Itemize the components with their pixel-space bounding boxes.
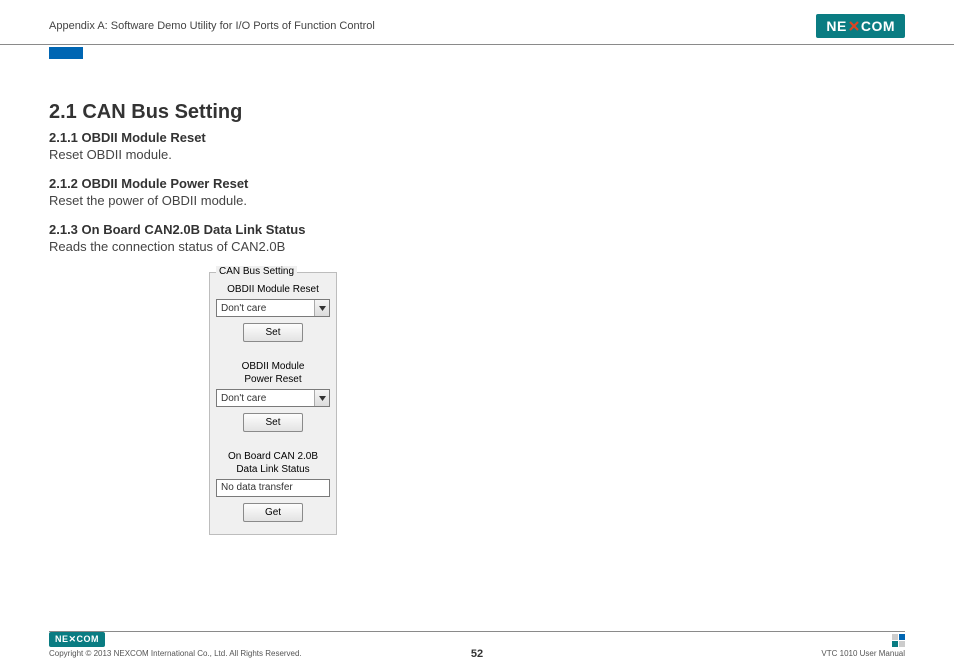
nexcom-logo: NE COM bbox=[816, 14, 905, 38]
page-number: 52 bbox=[471, 648, 483, 660]
subsection-2-heading: 2.1.2 OBDII Module Power Reset bbox=[49, 176, 905, 191]
subsection-2-text: Reset the power of OBDII module. bbox=[49, 193, 905, 208]
content-area: 2.1 CAN Bus Setting 2.1.1 OBDII Module R… bbox=[0, 45, 954, 535]
logo-part2: COM bbox=[861, 18, 895, 34]
appendix-title: Appendix A: Software Demo Utility for I/… bbox=[49, 20, 375, 32]
chevron-down-icon[interactable] bbox=[314, 300, 329, 316]
obdii-power-reset-label: OBDII Module Power Reset bbox=[216, 360, 330, 386]
obdii-reset-set-button[interactable]: Set bbox=[243, 323, 303, 342]
can-bus-groupbox: CAN Bus Setting OBDII Module Reset Don't… bbox=[209, 272, 337, 535]
nexcom-logo-small: NE✕COM bbox=[49, 632, 105, 647]
subsection-1-text: Reset OBDII module. bbox=[49, 147, 905, 162]
logo-x-icon bbox=[848, 20, 860, 32]
obdii-reset-value: Don't care bbox=[221, 303, 266, 314]
footer-bottom-row: Copyright © 2013 NEXCOM International Co… bbox=[49, 649, 905, 658]
subsection-3-text: Reads the connection status of CAN2.0B bbox=[49, 239, 905, 254]
subsection-3-heading: 2.1.3 On Board CAN2.0B Data Link Status bbox=[49, 222, 905, 237]
can20b-get-button[interactable]: Get bbox=[243, 503, 303, 522]
chevron-down-icon[interactable] bbox=[314, 390, 329, 406]
software-screenshot: CAN Bus Setting OBDII Module Reset Don't… bbox=[209, 272, 905, 535]
subsection-1-heading: 2.1.1 OBDII Module Reset bbox=[49, 130, 905, 145]
page-header: Appendix A: Software Demo Utility for I/… bbox=[0, 0, 954, 45]
obdii-reset-label: OBDII Module Reset bbox=[216, 283, 330, 296]
obdii-reset-combo[interactable]: Don't care bbox=[216, 299, 330, 317]
can20b-status-field[interactable]: No data transfer bbox=[216, 479, 330, 497]
copyright-text: Copyright © 2013 NEXCOM International Co… bbox=[49, 649, 302, 658]
obdii-power-reset-set-button[interactable]: Set bbox=[243, 413, 303, 432]
page-footer: NE✕COM Copyright © 2013 NEXCOM Internati… bbox=[49, 632, 905, 658]
obdii-power-reset-value: Don't care bbox=[221, 393, 266, 404]
can20b-status-label: On Board CAN 2.0B Data Link Status bbox=[216, 450, 330, 476]
footer-top-row: NE✕COM bbox=[49, 632, 905, 647]
obdii-power-reset-combo[interactable]: Don't care bbox=[216, 389, 330, 407]
groupbox-title: CAN Bus Setting bbox=[216, 266, 297, 277]
decorative-squares-icon bbox=[892, 634, 905, 647]
section-title: 2.1 CAN Bus Setting bbox=[49, 101, 905, 124]
manual-name: VTC 1010 User Manual bbox=[821, 649, 905, 658]
blue-tab-marker bbox=[49, 47, 83, 59]
logo-part1: NE bbox=[826, 18, 846, 34]
